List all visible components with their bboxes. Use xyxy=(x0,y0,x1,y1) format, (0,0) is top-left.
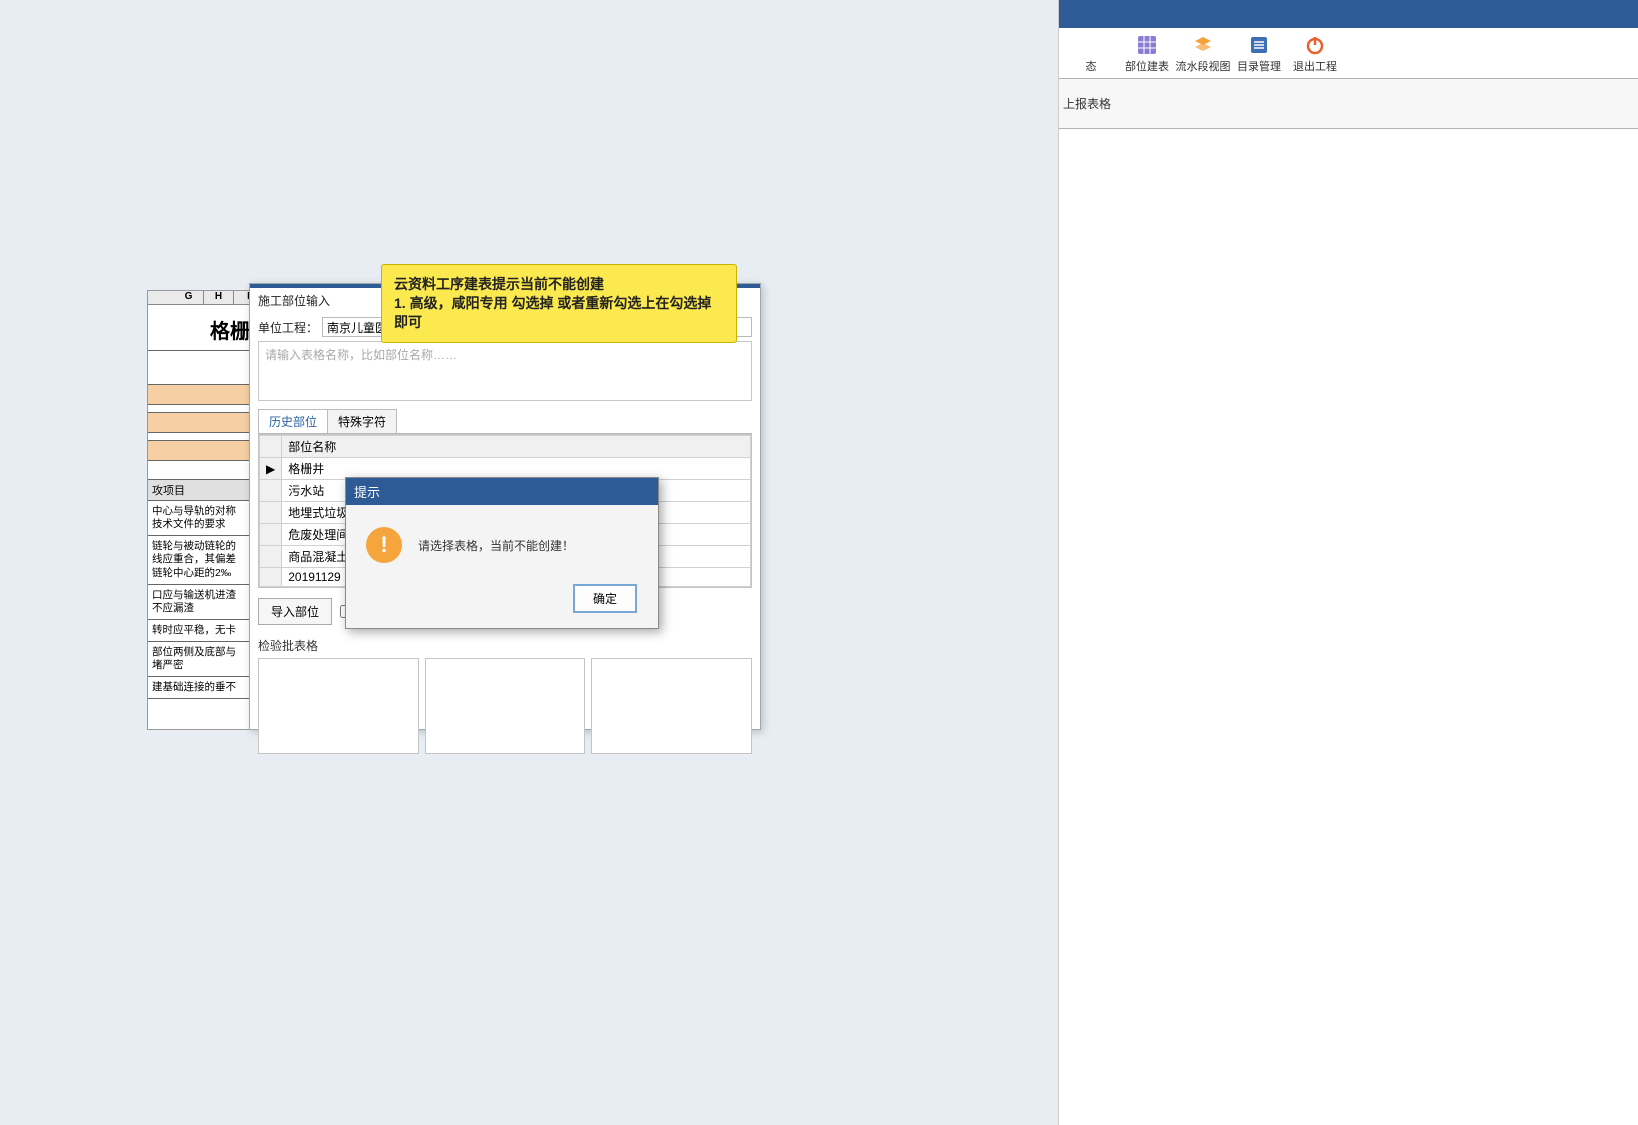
toolbar-item-state[interactable]: 态 xyxy=(1063,34,1119,74)
ok-button[interactable]: 确定 xyxy=(574,585,636,612)
sub-toolbar[interactable]: 上报表格 xyxy=(1059,79,1638,129)
warning-icon: ! xyxy=(366,527,402,563)
grid-icon xyxy=(1136,34,1158,56)
alert-dialog: 提示 ! 请选择表格，当前不能创建！ 确定 xyxy=(345,477,659,629)
tab-history[interactable]: 历史部位 xyxy=(258,409,328,433)
tab-special-chars[interactable]: 特殊字符 xyxy=(327,409,397,433)
dialog-message: 请选择表格，当前不能创建！ xyxy=(418,537,574,554)
row-selector[interactable]: ▶ xyxy=(260,458,282,480)
dialog-title: 提示 xyxy=(346,478,658,505)
table-name-textarea[interactable]: 请输入表格名称，比如部位名称…… xyxy=(258,341,752,401)
row-selector[interactable] xyxy=(260,524,282,546)
row-selector[interactable] xyxy=(260,502,282,524)
dialog-body: ! 请选择表格，当前不能创建！ xyxy=(346,505,658,577)
unit-project-label: 单位工程： xyxy=(258,319,318,336)
toolbar-item-exit[interactable]: 退出工程 xyxy=(1287,34,1343,74)
toolbar-label: 流水段视图 xyxy=(1175,58,1231,74)
check-col[interactable] xyxy=(425,658,586,754)
dialog-footer: 确定 xyxy=(346,577,658,628)
tabs: 历史部位 特殊字符 xyxy=(258,409,752,434)
grid-header: 部位名称 xyxy=(282,436,751,458)
stack-icon xyxy=(1192,34,1214,56)
col-letter: G xyxy=(174,291,204,304)
import-location-button[interactable]: 导入部位 xyxy=(258,598,332,625)
toolbar-item-catalog[interactable]: 目录管理 xyxy=(1231,34,1287,74)
check-col[interactable] xyxy=(258,658,419,754)
annotation-line1: 云资料工序建表提示当前不能创建 xyxy=(394,275,724,294)
placeholder-text: 请输入表格名称，比如部位名称…… xyxy=(259,342,751,367)
location-input-label: 施工部位输入 xyxy=(258,292,330,309)
toolbar-item-position-table[interactable]: 部位建表 xyxy=(1119,34,1175,74)
check-batch-label: 检验批表格 xyxy=(250,635,760,656)
toolbar-item-flow-view[interactable]: 流水段视图 xyxy=(1175,34,1231,74)
annotation-tooltip: 云资料工序建表提示当前不能创建 1. 高级，咸阳专用 勾选掉 或者重新勾选上在勾… xyxy=(381,264,737,343)
row-selector[interactable] xyxy=(260,546,282,568)
state-icon xyxy=(1080,34,1102,56)
toolbar-label: 部位建表 xyxy=(1119,58,1175,74)
col-letter: H xyxy=(204,291,234,304)
sub-toolbar-label: 上报表格 xyxy=(1063,97,1111,111)
list-icon xyxy=(1248,34,1270,56)
toolbar-label: 退出工程 xyxy=(1287,58,1343,74)
right-panel: 态 部位建表 流水段视图 目录管理 退出工程 上报表格 xyxy=(1058,0,1638,1125)
titlebar-stripe xyxy=(1059,0,1638,28)
row-selector[interactable] xyxy=(260,480,282,502)
toolbar: 态 部位建表 流水段视图 目录管理 退出工程 xyxy=(1059,28,1638,79)
toolbar-label: 目录管理 xyxy=(1231,58,1287,74)
check-batch-columns xyxy=(258,658,752,754)
row-selector[interactable] xyxy=(260,568,282,587)
power-icon xyxy=(1304,34,1326,56)
toolbar-label: 态 xyxy=(1063,58,1119,74)
annotation-line2: 1. 高级，咸阳专用 勾选掉 或者重新勾选上在勾选掉即可 xyxy=(394,294,724,332)
check-col[interactable] xyxy=(591,658,752,754)
